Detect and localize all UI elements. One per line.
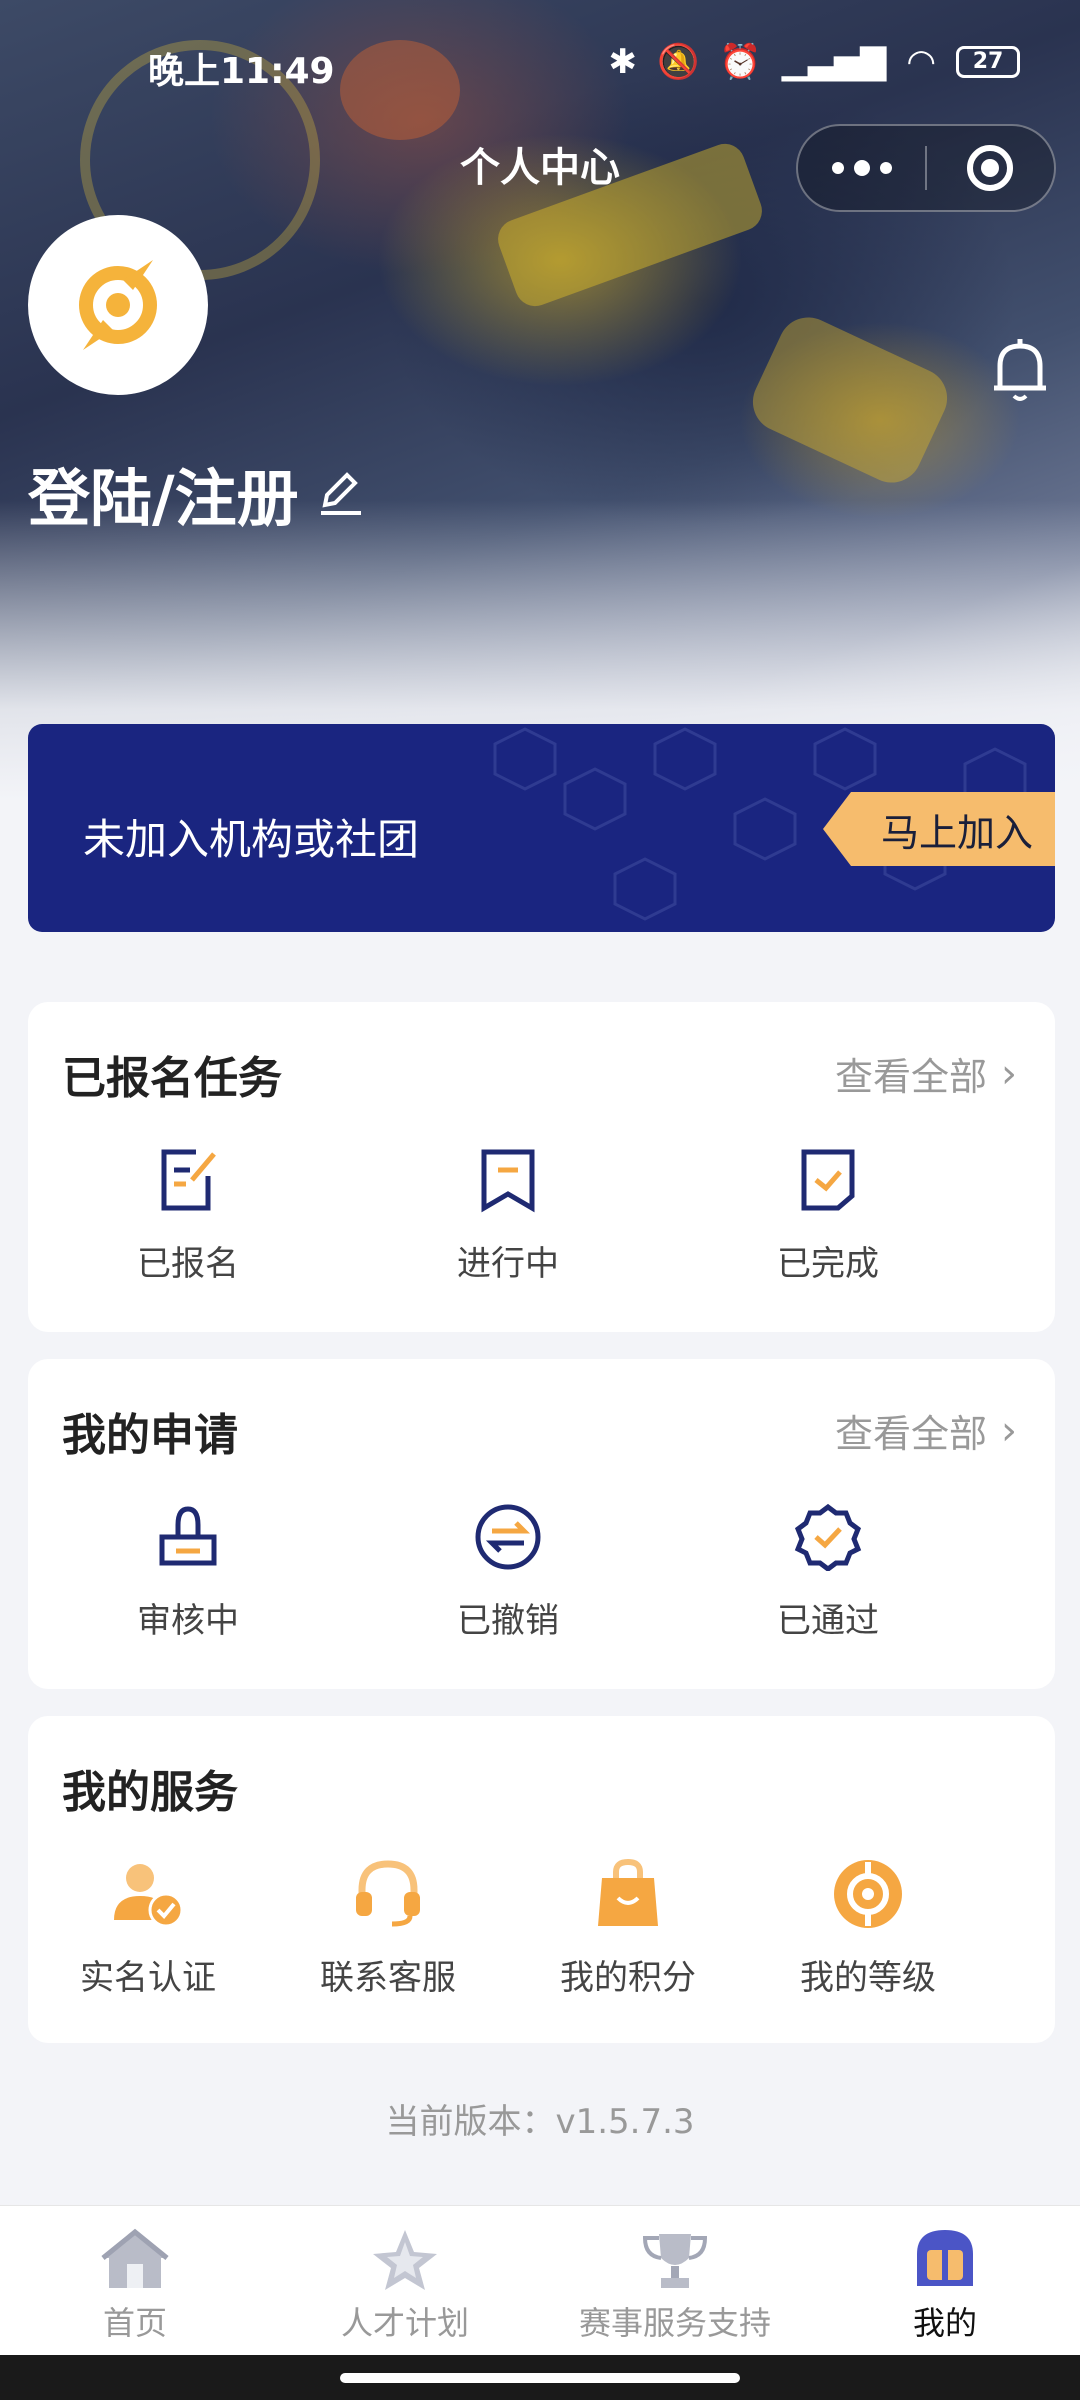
task-label: 进行中: [457, 1244, 559, 1284]
application-label: 已通过: [777, 1601, 879, 1641]
home-indicator-bar[interactable]: [340, 2373, 740, 2383]
view-all-label: 查看全部: [834, 1412, 987, 1456]
task-item-in-progress[interactable]: 进行中: [348, 1142, 668, 1285]
tab-label: 首页: [102, 2304, 167, 2342]
service-label: 联系客服: [320, 1958, 456, 1998]
level-icon: [834, 1860, 902, 1928]
wifi-icon: ◠: [906, 42, 936, 82]
my-applications-card: 我的申请 查看全部 › 审核中 已撤销 已通过: [28, 1359, 1055, 1689]
applications-title: 我的申请: [62, 1410, 238, 1461]
service-label: 我的积分: [560, 1958, 696, 1998]
login-label: 登陆/注册: [28, 462, 299, 535]
login-register-link[interactable]: 登陆/注册: [28, 448, 365, 538]
application-item-reviewing[interactable]: 审核中: [28, 1499, 348, 1642]
view-all-label: 查看全部: [834, 1055, 987, 1099]
bottom-tab-bar: 首页 人才计划 赛事服务支持 我的: [0, 2205, 1080, 2355]
service-item-real-name[interactable]: 实名认证: [28, 1856, 268, 1999]
star-icon: [373, 2230, 437, 2290]
mini-program-capsule: [796, 124, 1056, 212]
service-label: 我的等级: [800, 1958, 936, 1998]
applications-view-all-link[interactable]: 查看全部 ›: [835, 1403, 1017, 1458]
registered-tasks-card: 已报名任务 查看全部 › 已报名 进行中 已完成: [28, 1002, 1055, 1332]
tasks-view-all-link[interactable]: 查看全部 ›: [835, 1046, 1017, 1101]
application-item-revoked[interactable]: 已撤销: [348, 1499, 668, 1642]
battery-icon: 27: [956, 46, 1020, 78]
application-label: 已撤销: [457, 1601, 559, 1641]
tab-event-service[interactable]: 赛事服务支持: [540, 2206, 810, 2355]
tab-label: 赛事服务支持: [578, 2304, 771, 2342]
tab-label: 人才计划: [340, 2304, 469, 2342]
exchange-icon: [475, 1504, 541, 1570]
service-item-support[interactable]: 联系客服: [268, 1856, 508, 1999]
chevron-right-icon: ›: [1001, 1050, 1017, 1097]
application-label: 审核中: [137, 1601, 239, 1641]
chevron-right-icon: ›: [1001, 1407, 1017, 1454]
service-item-level[interactable]: 我的等级: [748, 1856, 988, 1999]
join-now-button[interactable]: 马上加入: [823, 792, 1055, 866]
bell-icon[interactable]: [990, 336, 1050, 406]
headset-icon: [356, 1860, 420, 1927]
stamp-icon: [159, 1506, 217, 1566]
target-icon: [967, 145, 1014, 191]
shopping-bag-icon: [598, 1858, 658, 1926]
close-target-button[interactable]: [927, 145, 1054, 191]
app-version-text: 当前版本：v1.5.7.3: [385, 2102, 695, 2142]
more-menu-button[interactable]: [798, 126, 925, 210]
edit-icon: [320, 472, 361, 515]
check-box-icon: [801, 1149, 855, 1211]
services-title: 我的服务: [62, 1767, 238, 1818]
badge-check-icon: [794, 1503, 862, 1571]
signal-icon: ▁▃▅▇: [781, 42, 887, 82]
organization-banner: 未加入机构或社团 马上加入: [28, 724, 1055, 932]
signup-doc-icon: [161, 1149, 216, 1211]
header-banner-image: [0, 0, 1080, 800]
status-time: 晚上11:49: [148, 51, 335, 92]
bookmark-icon: [481, 1149, 535, 1213]
trophy-icon: [642, 2234, 708, 2288]
user-verified-icon: [114, 1864, 184, 1928]
tasks-title: 已报名任务: [62, 1053, 282, 1104]
organization-status-text: 未加入机构或社团: [83, 815, 420, 864]
tab-talent-plan[interactable]: 人才计划: [270, 2206, 540, 2355]
logo-icon: [79, 260, 157, 350]
mute-icon: 🔕: [657, 42, 700, 82]
my-services-card: 我的服务 实名认证 联系客服 我的积分 我的等级: [28, 1716, 1055, 2043]
avatar[interactable]: [28, 215, 208, 395]
tab-label: 我的: [912, 2304, 977, 2342]
system-home-indicator: [0, 2355, 1080, 2400]
task-label: 已报名: [137, 1244, 239, 1284]
status-bar: 晚上11:49 ✱ 🔕 ⏰ ▁▃▅▇ ◠ 27: [0, 38, 1080, 94]
task-item-signed-up[interactable]: 已报名: [28, 1142, 348, 1285]
bluetooth-icon: ✱: [608, 42, 638, 82]
tab-mine[interactable]: 我的: [810, 2206, 1080, 2355]
service-item-points[interactable]: 我的积分: [508, 1856, 748, 1999]
tab-home[interactable]: 首页: [0, 2206, 270, 2355]
alarm-icon: ⏰: [719, 42, 762, 82]
task-label: 已完成: [777, 1244, 879, 1284]
task-item-completed[interactable]: 已完成: [668, 1142, 988, 1285]
home-icon: [101, 2228, 169, 2288]
helmet-icon: [917, 2230, 973, 2286]
application-item-approved[interactable]: 已通过: [668, 1499, 988, 1642]
service-label: 实名认证: [80, 1958, 216, 1998]
